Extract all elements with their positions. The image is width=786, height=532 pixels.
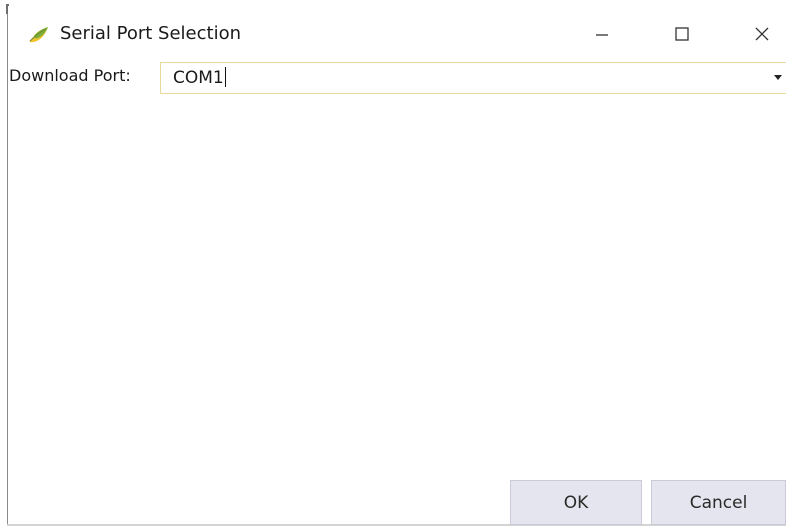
minimize-icon: [596, 34, 608, 36]
download-port-select[interactable]: COM1: [160, 62, 786, 94]
dropdown-arrow-icon[interactable]: [774, 75, 782, 80]
close-icon: [755, 27, 769, 41]
serial-port-selection-dialog: Serial Port Selection Download Port: COM…: [0, 0, 786, 532]
window-left-border: [7, 4, 8, 526]
app-leaf-icon: [29, 27, 48, 43]
download-port-label: Download Port:: [9, 66, 131, 85]
text-caret: [224, 67, 226, 87]
close-button[interactable]: [734, 14, 786, 54]
cancel-button[interactable]: Cancel: [651, 480, 786, 525]
download-port-value-wrapper[interactable]: COM1: [173, 65, 226, 91]
maximize-icon: [675, 27, 689, 41]
download-port-value[interactable]: COM1: [173, 68, 224, 88]
ok-button[interactable]: OK: [510, 480, 642, 525]
window-title: Serial Port Selection: [60, 23, 242, 44]
maximize-button[interactable]: [654, 14, 710, 54]
minimize-button[interactable]: [574, 14, 630, 54]
